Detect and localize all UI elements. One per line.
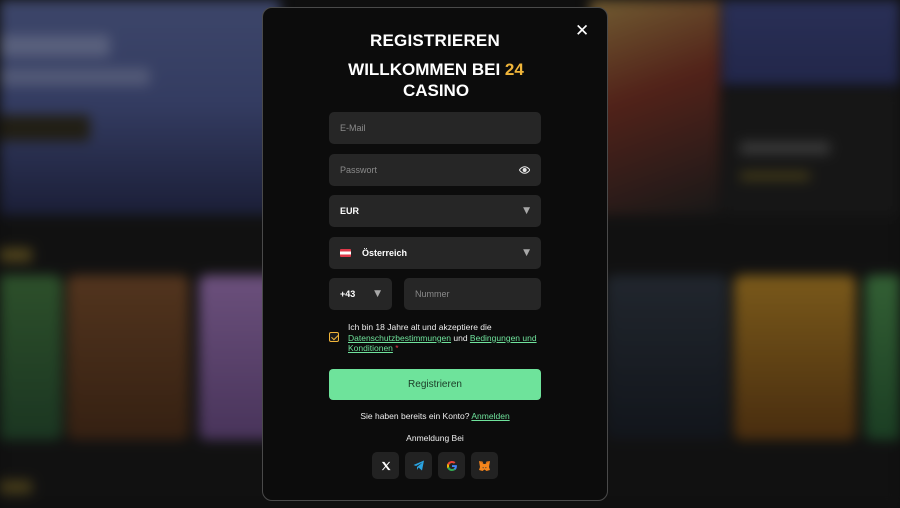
caret-down-icon: ▼ [523, 206, 530, 216]
password-input[interactable] [340, 165, 519, 175]
consent-label: Ich bin 18 Jahre alt und akzeptiere die [348, 322, 492, 332]
phone-code-value: +43 [340, 289, 356, 299]
telegram-login-button[interactable] [405, 452, 432, 479]
austria-flag-icon [340, 249, 351, 257]
x-login-button[interactable] [372, 452, 399, 479]
login-prompt: Sie haben bereits ein Konto? Anmelden [263, 411, 607, 421]
password-field[interactable] [329, 154, 541, 186]
register-button[interactable]: Registrieren [329, 369, 541, 400]
metamask-icon [479, 460, 490, 471]
welcome-heading: WILLKOMMEN BEI 24 CASINO [323, 59, 549, 101]
modal-title: REGISTRIEREN [370, 31, 500, 50]
currency-select[interactable]: EUR ▼ [329, 195, 541, 227]
country-value: Österreich [362, 248, 408, 258]
caret-down-icon: ▼ [523, 248, 530, 258]
required-mark: * [392, 343, 399, 353]
caret-down-icon: ▼ [374, 289, 381, 299]
welcome-prefix: WILLKOMMEN BEI [348, 60, 505, 79]
social-login-label: Anmeldung Bei [406, 433, 464, 443]
email-field[interactable] [329, 112, 541, 144]
consent-row: Ich bin 18 Jahre alt und akzeptiere die … [329, 322, 541, 354]
email-input[interactable] [340, 123, 530, 133]
google-icon [446, 460, 457, 471]
phone-code-select[interactable]: +43 ▼ [329, 278, 392, 310]
phone-number-input[interactable] [415, 289, 530, 299]
login-prompt-text: Sie haben bereits ein Konto? [360, 411, 472, 421]
x-icon [381, 461, 391, 470]
metamask-login-button[interactable] [471, 452, 498, 479]
consent-and: und [451, 332, 470, 343]
telegram-icon [413, 460, 424, 471]
currency-value: EUR [340, 206, 360, 216]
registration-modal: ✕ REGISTRIEREN WILLKOMMEN BEI 24 CASINO … [262, 7, 608, 501]
country-select[interactable]: Österreich ▼ [329, 237, 541, 269]
privacy-link[interactable]: Datenschutzbestimmungen [348, 333, 451, 343]
welcome-accent: 24 [504, 60, 524, 79]
phone-number-field[interactable] [404, 278, 541, 310]
consent-checkbox[interactable] [329, 332, 339, 342]
google-login-button[interactable] [438, 452, 465, 479]
login-link[interactable]: Anmelden [471, 411, 509, 421]
welcome-suffix: CASINO [402, 81, 470, 100]
eye-icon[interactable] [518, 164, 530, 176]
consent-text: Ich bin 18 Jahre alt und akzeptiere die … [348, 322, 541, 354]
